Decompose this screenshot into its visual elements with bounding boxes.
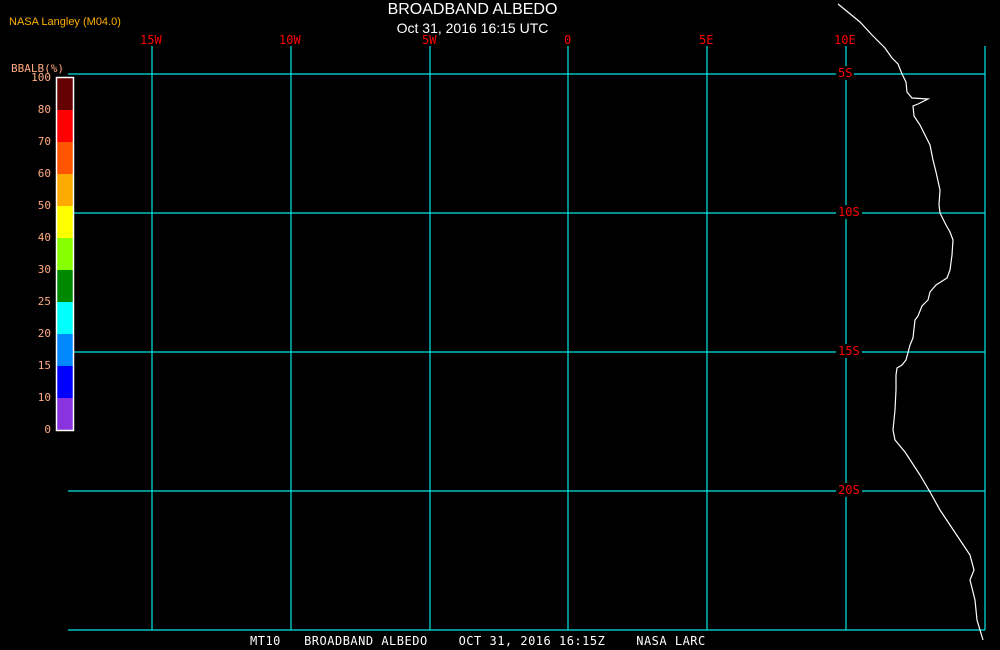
- colorbar-swatch: [57, 174, 73, 206]
- latitude-label: 5S: [836, 66, 855, 80]
- colorbar-tick-label: 20: [37, 327, 51, 340]
- longitude-label: 10W: [279, 33, 301, 47]
- colorbar-swatch: [57, 110, 73, 142]
- footer-caption: MT10 BROADBAND ALBEDO OCT 31, 2016 16:15…: [250, 634, 706, 648]
- colorbar-swatch: [57, 238, 73, 270]
- colorbar-swatch: [57, 270, 73, 302]
- longitude-label: 10E: [834, 33, 856, 47]
- longitude-label: 5W: [422, 33, 437, 47]
- colorbar-tick-label: 60: [37, 167, 51, 180]
- colorbar-tick-label: 50: [37, 199, 51, 212]
- colorbar-tick-label: 40: [37, 231, 51, 244]
- colorbar-tick-label: 30: [37, 263, 51, 276]
- colorbar-swatch: [57, 398, 73, 430]
- coastline: [837, 3, 984, 641]
- colorbar-tick-label: 25: [37, 295, 51, 308]
- colorbar-tick-label: 15: [37, 359, 51, 372]
- colorbar-swatch: [57, 366, 73, 398]
- colorbar-swatch: [57, 142, 73, 174]
- latitude-label: 15S: [836, 344, 862, 358]
- colorbar-tick-label: 70: [37, 135, 51, 148]
- longitude-label: 0: [564, 33, 572, 47]
- map-canvas: [55, 3, 986, 641]
- colorbar-swatch: [57, 334, 73, 366]
- colorbar-tick-label: 0: [44, 423, 51, 436]
- latitude-label: 20S: [836, 483, 862, 497]
- longitude-label: 5E: [699, 33, 714, 47]
- latitude-label: 10S: [836, 205, 862, 219]
- longitude-label: 15W: [140, 33, 162, 47]
- colorbar-tick-label: 10: [37, 391, 51, 404]
- colorbar-tick-label: 100: [31, 71, 51, 84]
- colorbar-swatch: [57, 302, 73, 334]
- colorbar-swatch: [57, 206, 73, 238]
- map-title: BROADBAND ALBEDO: [387, 1, 558, 18]
- colorbar-swatch: [57, 78, 73, 110]
- colorbar-tick-label: 80: [37, 103, 51, 116]
